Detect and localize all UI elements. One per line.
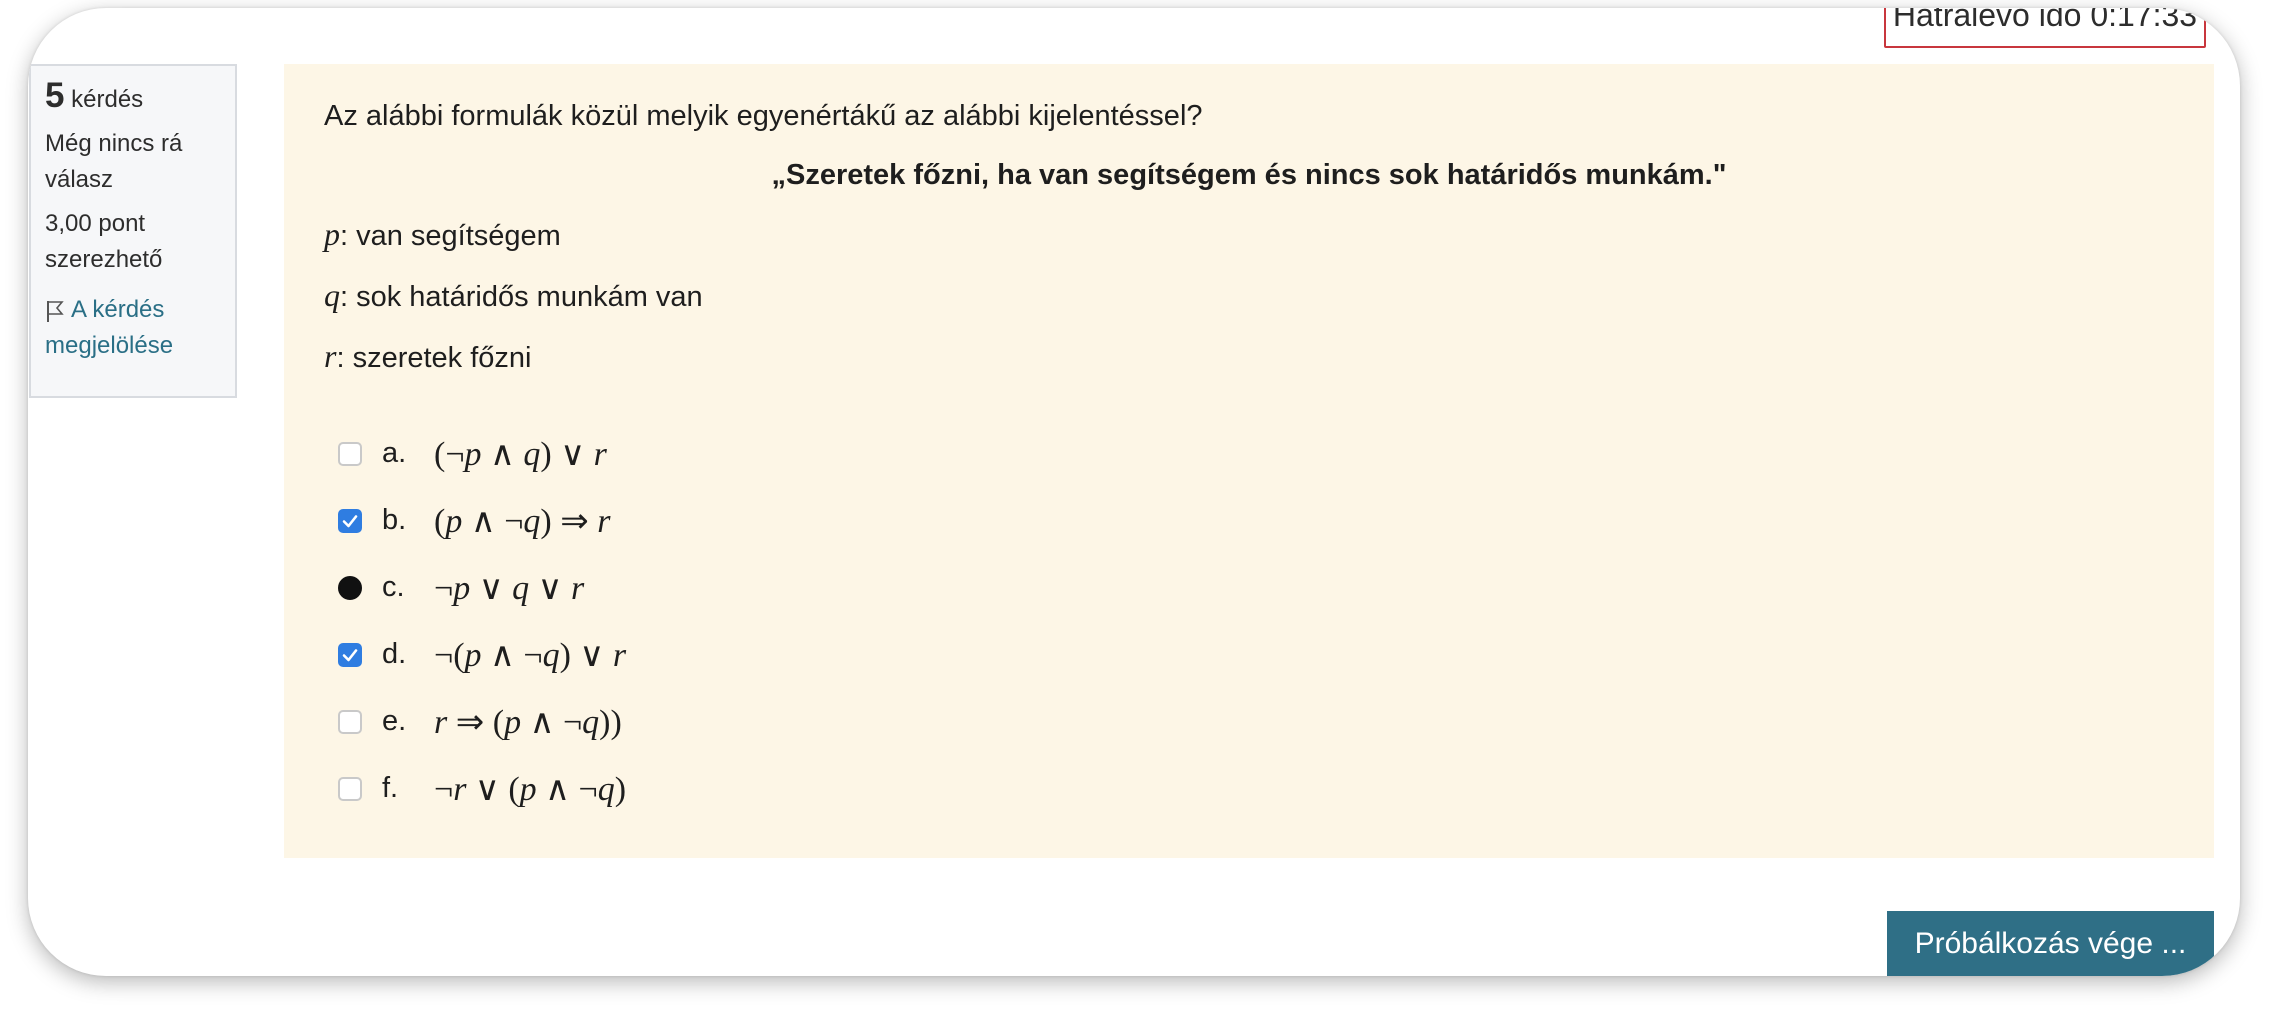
flag-question-link[interactable]: A kérdés megjelölése [45, 292, 221, 364]
answer-letter: b. [382, 504, 407, 536]
variable-definition-q: q: sok határidős munkám van [324, 275, 2174, 317]
answer-option-b[interactable]: b. (p ∧ ¬q) ⇒ r [324, 487, 2174, 554]
answer-letter: d. [382, 638, 407, 670]
answer-option-f[interactable]: f. ¬r ∨ (p ∧ ¬q) [324, 755, 2174, 822]
answer-checkbox[interactable] [338, 642, 362, 667]
answer-option-c[interactable]: c. ¬p ∨ q ∨ r [324, 554, 2174, 621]
answer-status: Még nincs rá válasz [45, 130, 183, 193]
question-statement: „Szeretek főzni, ha van segítségem és ni… [771, 159, 1727, 191]
answer-formula: (¬p ∧ q) ∨ r [434, 435, 607, 473]
question-points: 3,00 pont szerezhető [45, 210, 163, 273]
answer-checkbox[interactable] [338, 575, 362, 600]
answer-option-a[interactable]: a. (¬p ∧ q) ∨ r [324, 420, 2174, 487]
question-content: Az alábbi formulák közül melyik egyenért… [284, 64, 2214, 858]
question-info-panel: 5 kérdés Még nincs rá válasz 3,00 pont s… [29, 64, 237, 398]
checkmark-icon [342, 514, 358, 527]
answer-checkbox[interactable] [338, 508, 362, 533]
variable-symbol: q [324, 277, 340, 313]
quiz-page: Hátralévő idő 0:17:33 5 kérdés Még nincs… [28, 8, 2240, 976]
answer-option-e[interactable]: e. r ⇒ (p ∧ ¬q)) [324, 688, 2174, 755]
answer-checkbox[interactable] [338, 776, 362, 801]
answer-letter: c. [382, 571, 405, 603]
answer-option-d[interactable]: d. ¬(p ∧ ¬q) ∨ r [324, 621, 2174, 688]
answer-formula: r ⇒ (p ∧ ¬q)) [434, 703, 622, 741]
variable-definition-r: r: szeretek főzni [324, 336, 2174, 378]
question-number-line: 5 kérdés [45, 78, 221, 118]
checkmark-icon [342, 648, 358, 661]
answer-formula: ¬p ∨ q ∨ r [434, 569, 585, 607]
variable-symbol: p [324, 216, 340, 252]
answer-formula: (p ∧ ¬q) ⇒ r [434, 502, 611, 540]
question-prompt: Az alábbi formulák közül melyik egyenért… [324, 100, 1203, 132]
variable-meaning: : sok határidős munkám van [340, 281, 703, 313]
finish-attempt-button[interactable]: Próbálkozás vége ... [1887, 911, 2214, 976]
question-word: kérdés [71, 86, 144, 113]
variable-meaning: : van segítségem [340, 220, 561, 252]
answer-formula: ¬(p ∧ ¬q) ∨ r [434, 636, 627, 674]
variable-definition-p: p: van segítségem [324, 214, 2174, 256]
variable-symbol: r [324, 338, 337, 374]
answer-formula: ¬r ∨ (p ∧ ¬q) [434, 770, 627, 808]
question-number: 5 [45, 76, 65, 115]
answer-letter: e. [382, 705, 407, 737]
variable-meaning: : szeretek főzni [336, 342, 532, 374]
answer-letter: f. [382, 772, 399, 804]
remaining-time: Hátralévő idő 0:17:33 [1884, 8, 2206, 48]
answer-checkbox[interactable] [338, 709, 362, 734]
answer-checkbox[interactable] [338, 441, 362, 466]
answer-letter: a. [382, 437, 407, 469]
flag-icon [47, 300, 64, 322]
answer-options: a. (¬p ∧ q) ∨ r b. (p ∧ ¬q) ⇒ r c. ¬p ∨ … [324, 420, 2174, 822]
